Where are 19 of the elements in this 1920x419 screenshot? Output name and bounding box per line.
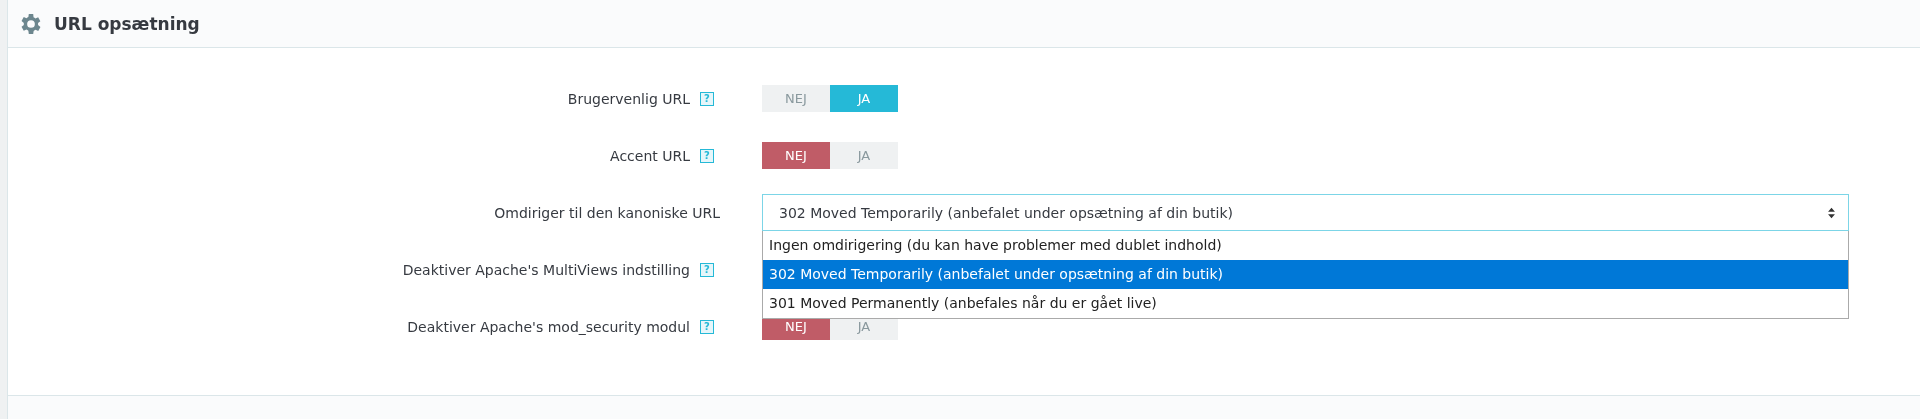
panel-title: URL opsætning	[54, 13, 200, 34]
dropdown-option[interactable]: 302 Moved Temporarily (anbefalet under opsætning af din butik)	[763, 260, 1848, 289]
help-icon[interactable]: ?	[700, 91, 714, 106]
field-label: Brugervenlig URL	[567, 90, 690, 107]
toggle-option[interactable]: NEJ	[762, 85, 830, 112]
field-label: Deaktiver Apache's mod_security modul	[407, 318, 690, 335]
dropdown-option[interactable]: Ingen omdirigering (du kan have problemer med dublet indhold)	[763, 231, 1848, 260]
sort-arrows-icon	[1827, 206, 1836, 219]
settings-icon	[20, 12, 42, 35]
help-icon[interactable]: ?	[700, 148, 714, 163]
help-icon[interactable]: ?	[700, 319, 714, 334]
field-label: Deaktiver Apache's MultiViews indstilling	[402, 261, 690, 278]
field-label: Omdiriger til den kanoniske URL	[494, 204, 720, 221]
toggle-option[interactable]: JA	[830, 85, 898, 112]
field-label: Accent URL	[610, 147, 690, 164]
toggle-option[interactable]: NEJ	[762, 142, 830, 169]
help-icon[interactable]: ?	[700, 262, 714, 277]
redirect-dropdown[interactable]: 302 Moved Temporarily (anbefalet under opsætning af din butik)	[762, 194, 1849, 231]
toggle-option[interactable]: JA	[830, 142, 898, 169]
